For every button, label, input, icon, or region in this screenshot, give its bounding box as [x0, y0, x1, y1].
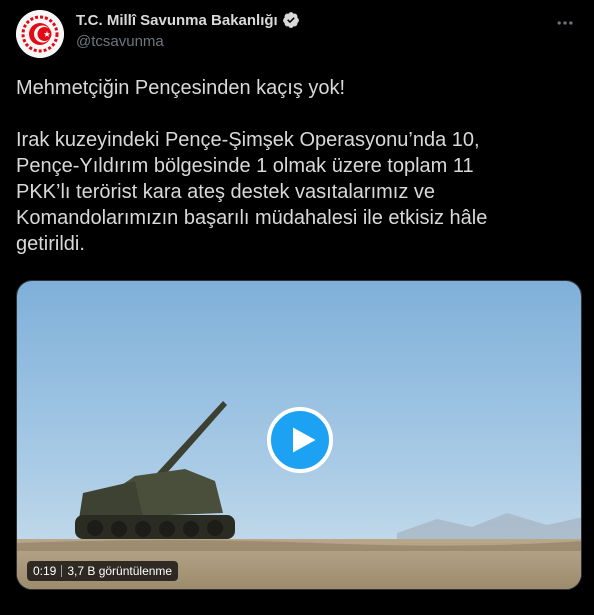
ministry-emblem-icon [16, 10, 64, 58]
divider [61, 565, 63, 577]
tweet-body-line: Irak kuzeyindeki Pençe-Şimşek Operasyonu… [16, 129, 480, 151]
tweet-card: T.C. Millî Savunma Bakanlığı @tcsavunma … [0, 0, 594, 615]
tweet-body-line: Pençe-Yıldırım bölgesinde 1 olmak üzere … [16, 155, 474, 177]
tweet-body-line: Komandolarımızın başarılı müdahalesi ile… [16, 207, 488, 229]
more-options-button[interactable] [548, 6, 582, 40]
tweet-text: Mehmetçiğin Pençesinden kaçış yok! Irak … [16, 75, 582, 257]
avatar[interactable] [16, 10, 64, 58]
video-player[interactable]: 0:19 3,7 B görüntülenme [16, 280, 582, 590]
tweet-body-line: getirildi. [16, 233, 85, 255]
play-icon [292, 427, 315, 453]
verified-badge-icon [282, 12, 299, 28]
video-info-bar: 0:19 3,7 B görüntülenme [27, 561, 179, 581]
view-count: 3,7 B görüntülenme [67, 564, 173, 578]
tweet-headline: Mehmetçiğin Pençesinden kaçış yok! [16, 77, 346, 99]
author-block: T.C. Millî Savunma Bakanlığı @tcsavunma [76, 10, 300, 50]
play-button[interactable] [267, 407, 333, 473]
more-horizontal-icon [557, 21, 573, 25]
author-name-row: T.C. Millî Savunma Bakanlığı [76, 10, 300, 30]
user-handle[interactable]: @tcsavunma [76, 33, 300, 50]
video-duration: 0:19 [33, 564, 57, 578]
display-name[interactable]: T.C. Millî Savunma Bakanlığı [76, 12, 278, 29]
tweet-body-line: PKK’lı terörist kara ateş destek vasıtal… [16, 181, 436, 203]
